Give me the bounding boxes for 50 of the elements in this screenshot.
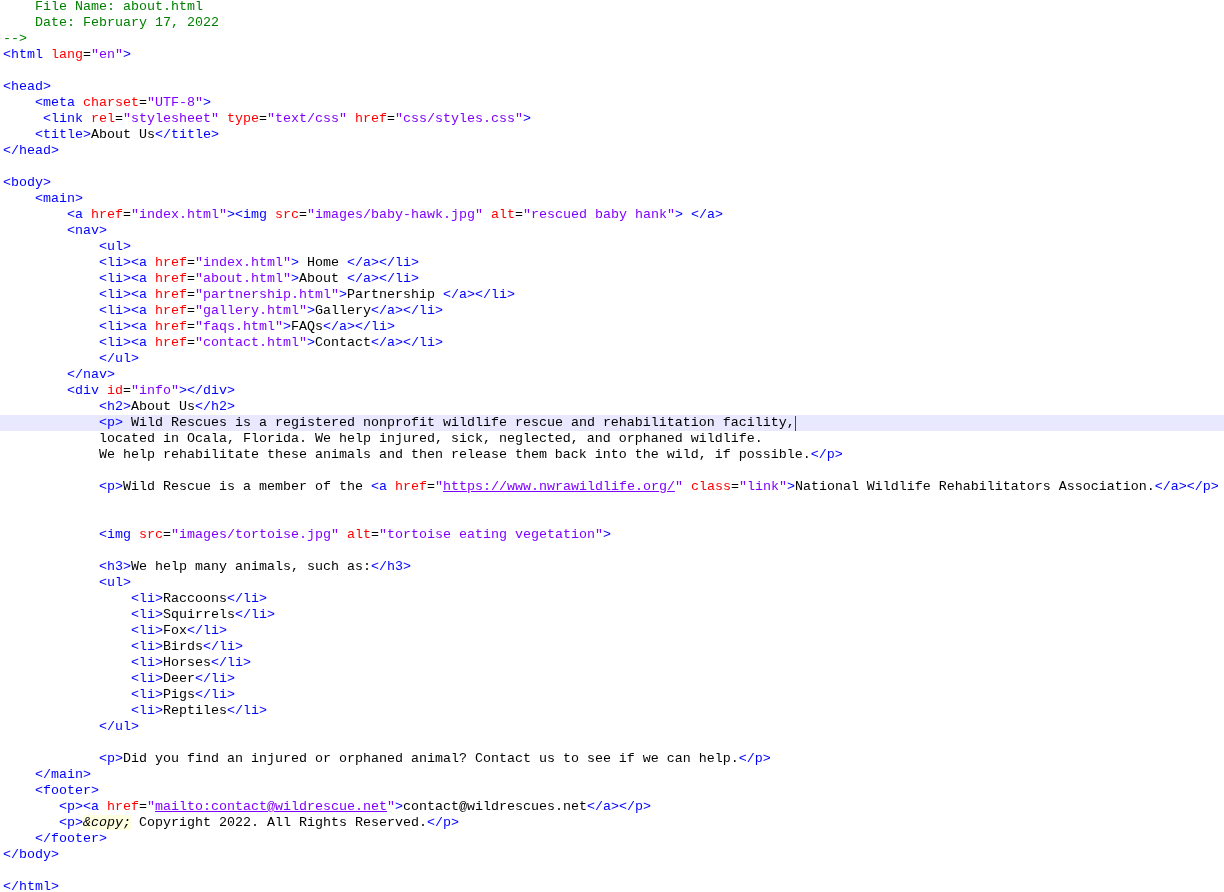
code-line: </main>: [34, 767, 92, 783]
code-line: <li><a href="contact.html">Contact</a></li>: [97, 335, 444, 351]
code-line: <h3>We help many animals, such as:</h3>: [97, 559, 412, 575]
code-line: <li><a href="partnership.html">Partnership </a></li>: [97, 287, 516, 303]
code-line: Date: February 17, 2022: [34, 15, 220, 31]
code-line: <li>Deer</li>: [129, 671, 236, 687]
code-line: <ul>: [97, 239, 132, 255]
code-line: <li><a href="index.html"> Home </a></li>: [97, 255, 420, 271]
url-link[interactable]: mailto:contact@wildrescue.net: [155, 799, 387, 814]
code-line: <li>Raccoons</li>: [129, 591, 268, 607]
code-line: File Name: about.html: [34, 0, 204, 15]
code-line: <li>Squirrels</li>: [129, 607, 276, 623]
code-line: <title>About Us</title>: [34, 127, 220, 143]
code-line: <li>Fox</li>: [129, 623, 228, 639]
code-line: <meta charset="UTF-8">: [34, 95, 212, 111]
code-line: located in Ocala, Florida. We help injured, sick, neglected, and orphaned wildlife.: [97, 431, 764, 447]
code-line: <li>Horses</li>: [129, 655, 252, 671]
code-line: <link rel="stylesheet" type="text/css" href="css/styles.css">: [42, 111, 532, 127]
code-line: <li>Pigs</li>: [129, 687, 236, 703]
code-line: <li><a href="gallery.html">Gallery</a></li>: [97, 303, 444, 319]
code-line: <body>: [2, 175, 52, 191]
code-line: </body>: [2, 847, 60, 863]
code-line: <html lang="en">: [2, 47, 132, 63]
code-line: We help rehabilitate these animals and then release them back into the wild, if possible.</p>: [97, 447, 844, 463]
code-line: <ul>: [97, 575, 132, 591]
code-line: </ul>: [97, 351, 140, 367]
code-line: <img src="images/tortoise.jpg" alt="tortoise eating vegetation">: [97, 527, 612, 543]
code-line: <p>&copy; Copyright 2022. All Rights Reserved.</p>: [58, 815, 460, 831]
code-line: <h2>About Us</h2>: [97, 399, 236, 415]
code-line: </head>: [2, 143, 60, 159]
code-line: </footer>: [34, 831, 108, 847]
code-line: </html>: [2, 879, 60, 891]
code-line: <li>Birds</li>: [129, 639, 244, 655]
code-line: <a href="index.html"><img src="images/baby-hawk.jpg" alt="rescued baby hank"> </a>: [66, 207, 724, 223]
url-link[interactable]: https://www.nwrawildlife.org/: [442, 479, 675, 494]
code-line: <head>: [2, 79, 52, 95]
code-line: <p>Wild Rescue is a member of the <a href="https://www.nwrawildlife.org/" class="link">National Wildlife Rehabilitators Association.</a></p>: [97, 479, 1220, 495]
code-line: <nav>: [66, 223, 108, 239]
code-line: </nav>: [66, 367, 116, 383]
code-line: <li><a href="about.html">About </a></li>: [97, 271, 420, 287]
code-line: <p><a href="mailto:contact@wildrescue.net">contact@wildrescues.net</a></p>: [58, 799, 652, 815]
code-line: -->: [2, 31, 28, 47]
text-caret: [794, 415, 796, 431]
code-line: </ul>: [97, 719, 140, 735]
code-line: <li><a href="faqs.html">FAQs</a></li>: [97, 319, 396, 335]
code-line: <p>Did you find an injured or orphaned animal? Contact us to see if we can help.</p>: [97, 751, 772, 767]
code-line: <div id="info"></div>: [66, 383, 236, 399]
code-line: <main>: [34, 191, 84, 207]
code-line: <footer>: [34, 783, 100, 799]
code-line: <li>Reptiles</li>: [129, 703, 268, 719]
